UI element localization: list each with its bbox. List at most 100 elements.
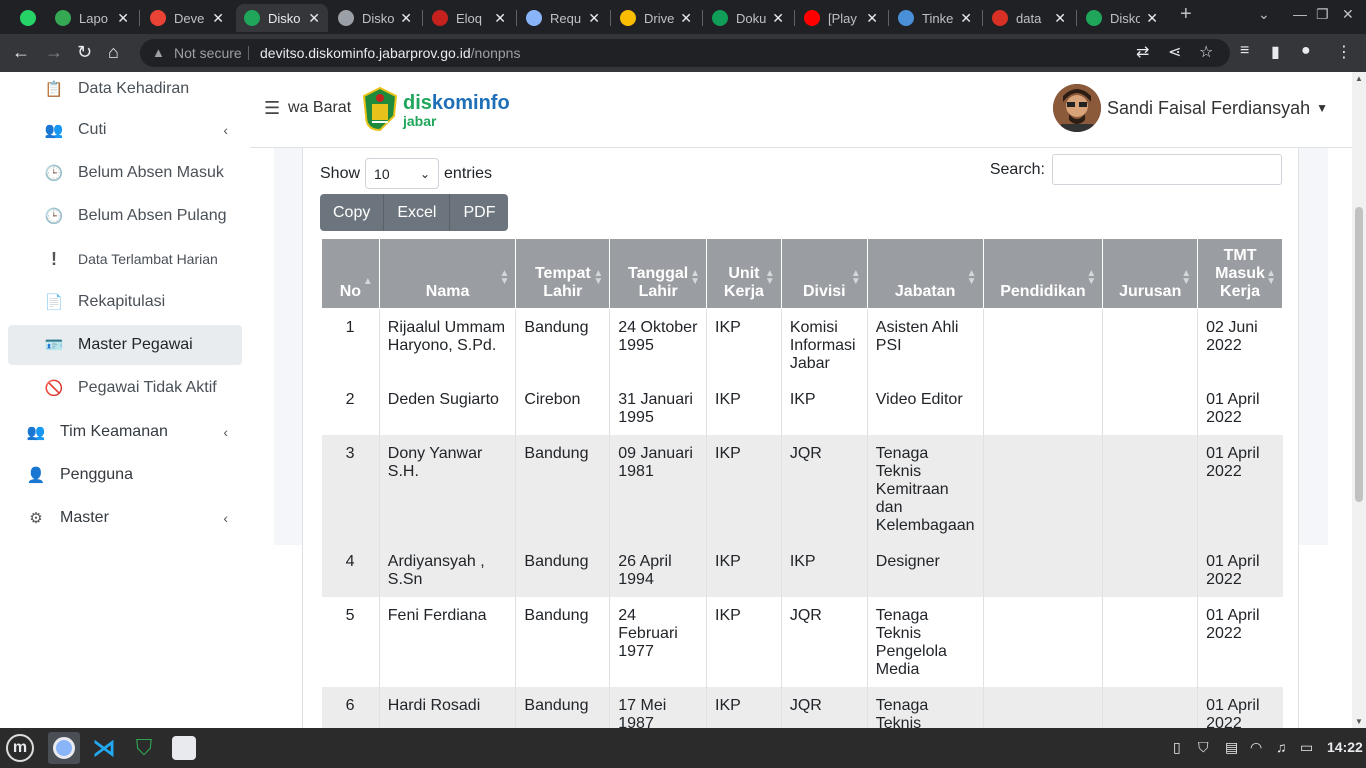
column-header[interactable]: Nama ▲ ▼ — [378, 238, 517, 309]
table-cell — [983, 597, 1104, 687]
shield-tray-icon[interactable]: ⛉ — [1198, 739, 1209, 756]
tab-favicon-icon — [338, 10, 354, 26]
browser-tab[interactable]: Doku ✕ — [704, 4, 792, 32]
table-row[interactable]: 1 Rijaalul Ummam Haryono, S.Pd. Bandung 24 … — [321, 308, 1283, 381]
sidebar-item-belum-absen-pulang[interactable]: 🕒 Belum Absen Pulang — [8, 196, 242, 236]
browser-tab[interactable]: Disko ✕ — [1078, 4, 1166, 32]
mint-menu-icon[interactable]: m — [4, 732, 36, 764]
user-menu[interactable]: Sandi Faisal Ferdiansyah ▼ — [1053, 84, 1328, 132]
reading-list-icon[interactable]: ≡ — [1240, 42, 1249, 60]
menu-icon[interactable]: ⋮ — [1336, 42, 1352, 62]
column-header[interactable]: Pendidikan ▲ ▼ — [982, 238, 1104, 309]
column-header[interactable]: Jurusan ▲ ▼ — [1102, 238, 1199, 309]
sidebar-item-data-kehadiran[interactable]: 📋 Data Kehadiran — [8, 69, 242, 109]
tab-close-icon[interactable]: ✕ — [212, 10, 224, 27]
column-header[interactable]: Divisi ▲ ▼ — [780, 238, 868, 309]
sidebar-item-tim-keamanan[interactable]: 👥 Tim Keamanan ‹ — [8, 412, 242, 452]
tab-close-icon[interactable]: ✕ — [866, 10, 878, 27]
column-header[interactable]: No ▲ — [321, 238, 380, 309]
column-header[interactable]: Tempat Lahir ▲ ▼ — [515, 238, 611, 309]
forward-icon[interactable]: → — [45, 43, 63, 61]
table-cell: 2 — [321, 381, 380, 435]
tab-close-icon[interactable]: ✕ — [117, 10, 129, 27]
shield-taskbar-icon[interactable]: ⛉ — [128, 732, 160, 764]
hamburger-icon[interactable]: ☰ — [264, 98, 280, 119]
close-window-icon[interactable]: ✕ — [1342, 6, 1354, 23]
browser-tab[interactable]: Eloq ✕ — [424, 4, 514, 32]
sidebar-item-pegawai-tidak-aktif[interactable]: 🚫 Pegawai Tidak Aktif — [8, 368, 242, 408]
reload-icon[interactable]: ↻ — [77, 43, 92, 61]
sidebar-item-master-pegawai[interactable]: 🪪 Master Pegawai — [8, 325, 242, 365]
table-row[interactable]: 3 Dony Yanwar S.H. Bandung 09 Januari 1981 I… — [321, 435, 1283, 543]
sidebar-item-rekapitulasi[interactable]: 📄 Rekapitulasi — [8, 282, 242, 322]
page-scrollbar[interactable]: ▲ ▼ — [1352, 72, 1366, 728]
sidebar-item-cuti[interactable]: 👥 Cuti ‹ — [8, 110, 242, 150]
whatsapp-pinned-tab[interactable] — [12, 4, 42, 32]
share-icon[interactable]: ⋖ — [1168, 42, 1181, 62]
browser-tab[interactable]: Tinke ✕ — [890, 4, 980, 32]
excel-button[interactable]: Excel — [384, 194, 451, 231]
restore-icon[interactable]: ❐ — [1316, 6, 1329, 23]
copy-button[interactable]: Copy — [320, 194, 385, 231]
back-icon[interactable]: ← — [12, 43, 30, 61]
sidebar-item-belum-absen-masuk[interactable]: 🕒 Belum Absen Masuk — [8, 153, 242, 193]
tab-close-icon[interactable]: ✕ — [680, 10, 692, 27]
home-icon[interactable]: ⌂ — [108, 43, 119, 61]
scrollbar-thumb[interactable] — [1355, 207, 1363, 502]
scroll-up-icon[interactable]: ▲ — [1355, 74, 1363, 83]
tab-favicon-icon — [55, 10, 71, 26]
clipboard-tray-icon[interactable]: ▯ — [1173, 739, 1181, 756]
entries-select[interactable]: 10 ⌄ — [365, 158, 440, 189]
table-row[interactable]: 5 Feni Ferdiana Bandung 24 Februari 1977 IKP… — [321, 597, 1283, 687]
side-panel-icon[interactable]: ▮ — [1271, 42, 1280, 62]
table-row[interactable]: 4 Ardiyansyah , S.Sn Bandung 26 April 1994 I… — [321, 543, 1283, 597]
warning-icon[interactable]: ▲ — [152, 39, 165, 67]
table-cell — [983, 435, 1104, 543]
sidebar-item-data-terlambat-harian[interactable]: ! Data Terlambat Harian — [8, 239, 242, 279]
sidebar-item-pengguna[interactable]: 👤 Pengguna — [8, 455, 242, 495]
clock-text[interactable]: 14:22 — [1327, 739, 1363, 755]
tab-close-icon[interactable]: ✕ — [494, 10, 506, 27]
search-input[interactable] — [1052, 154, 1282, 185]
browser-tab[interactable]: Deve ✕ — [142, 4, 232, 32]
translate-icon[interactable]: ⇄ — [1136, 42, 1149, 62]
table-row[interactable]: 2 Deden Sugiarto Cirebon 31 Januari 1995 IKP… — [321, 381, 1283, 435]
column-header[interactable]: Jabatan ▲ ▼ — [866, 238, 984, 309]
tab-close-icon[interactable]: ✕ — [308, 10, 320, 27]
chrome-taskbar-icon[interactable] — [48, 732, 80, 764]
pdf-button[interactable]: PDF — [450, 194, 509, 231]
browser-tab[interactable]: Lapo ✕ — [47, 4, 137, 32]
profile-icon[interactable]: ● — [1301, 42, 1311, 60]
tab-close-icon[interactable]: ✕ — [1054, 10, 1066, 27]
browser-tab[interactable]: Requ ✕ — [518, 4, 608, 32]
column-header[interactable]: TMT Masuk Kerja ▲ ▼ — [1197, 238, 1283, 309]
browser-tab[interactable]: data ✕ — [984, 4, 1074, 32]
address-bar[interactable]: ▲ Not secure devitso.diskominfo.jabarpro… — [140, 39, 1230, 67]
notes-tray-icon[interactable]: ▤ — [1225, 739, 1238, 756]
tab-close-icon[interactable]: ✕ — [960, 10, 972, 27]
url-text[interactable]: devitso.diskominfo.jabarprov.go.id/nonpn… — [260, 39, 520, 67]
battery-icon[interactable]: ▭ — [1300, 739, 1313, 756]
bookmark-star-icon[interactable]: ☆ — [1199, 42, 1213, 62]
column-header[interactable]: Unit Kerja ▲ ▼ — [706, 238, 782, 309]
music-icon[interactable]: ♫ — [1276, 739, 1287, 755]
tab-close-icon[interactable]: ✕ — [772, 10, 784, 27]
vscode-taskbar-icon[interactable]: ⋊ — [88, 732, 120, 764]
sidebar-item-master[interactable]: ⚙ Master ‹ — [8, 498, 242, 538]
app-taskbar-icon[interactable] — [168, 732, 200, 764]
tab-close-icon[interactable]: ✕ — [400, 10, 412, 27]
browser-tab[interactable]: Disko ✕ — [330, 4, 420, 32]
scroll-down-icon[interactable]: ▼ — [1355, 717, 1363, 726]
minimize-icon[interactable]: — — [1293, 6, 1307, 22]
browser-tab[interactable]: Drive ✕ — [612, 4, 700, 32]
column-header[interactable]: Tanggal Lahir ▲ ▼ — [609, 238, 708, 309]
column-header-label: Nama — [425, 283, 470, 300]
browser-tab[interactable]: Disko ✕ — [236, 4, 328, 32]
tab-close-icon[interactable]: ✕ — [588, 10, 600, 27]
tab-search-icon[interactable]: ⌄ — [1258, 6, 1270, 23]
browser-tab[interactable]: [Play ✕ — [796, 4, 886, 32]
table-cell: Feni Ferdiana — [379, 597, 517, 687]
wifi-icon[interactable]: ◠ — [1250, 739, 1262, 756]
tab-close-icon[interactable]: ✕ — [1146, 10, 1158, 27]
new-tab-button[interactable]: + — [1180, 3, 1192, 26]
